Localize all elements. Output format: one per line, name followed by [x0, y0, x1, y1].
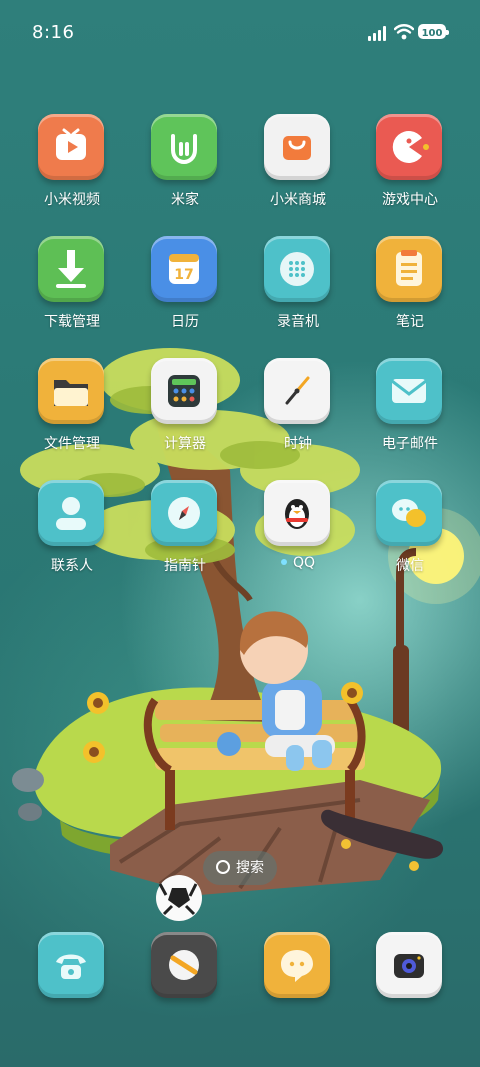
dock-camera[interactable] [360, 932, 460, 1002]
app-wechat[interactable]: 微信 [360, 480, 460, 590]
status-time: 8:16 [32, 22, 75, 43]
game-pacman-icon [376, 114, 442, 180]
app-label: 小米视频 [44, 192, 100, 208]
wechat-bubble-icon [376, 480, 442, 546]
app-label: QQ [248, 555, 348, 571]
app-label: 时钟 [284, 436, 312, 452]
wifi-icon [394, 24, 414, 40]
app-label-text: QQ [292, 555, 316, 571]
app-game-center[interactable]: 游戏中心 [360, 114, 460, 224]
app-clock[interactable]: 时钟 [248, 358, 348, 468]
app-download-manager[interactable]: 下载管理 [22, 236, 122, 346]
tv-play-icon [38, 114, 104, 180]
notes-icon [376, 236, 442, 302]
app-label: 文件管理 [44, 436, 100, 452]
app-calendar[interactable]: 17 日历 [135, 236, 235, 346]
status-bar: 8:16 100 [0, 0, 480, 68]
mi-home-icon [151, 114, 217, 180]
settings-icon [151, 932, 217, 998]
search-icon [216, 860, 230, 874]
app-xiaomi-mall[interactable]: 小米商城 [248, 114, 348, 224]
app-mi-home[interactable]: 米家 [135, 114, 235, 224]
dock-messages[interactable] [248, 932, 348, 1002]
app-label: 笔记 [396, 314, 424, 330]
app-file-manager[interactable]: 文件管理 [22, 358, 122, 468]
app-label: 游戏中心 [382, 192, 438, 208]
app-xiaomi-video[interactable]: 小米视频 [22, 114, 122, 224]
app-label: 下载管理 [44, 314, 100, 330]
new-app-dot [280, 559, 287, 565]
calendar-day: 17 [174, 267, 193, 283]
folder-icon [38, 358, 104, 424]
calendar-icon: 17 [151, 236, 217, 302]
dock-settings[interactable] [135, 932, 235, 1002]
messages-icon [264, 932, 330, 998]
camera-icon [376, 932, 442, 998]
app-label: 小米商城 [270, 192, 326, 208]
app-label: 计算器 [164, 436, 206, 452]
app-label: 微信 [396, 558, 424, 574]
app-recorder[interactable]: 录音机 [248, 236, 348, 346]
signal-icon [368, 25, 390, 41]
qq-penguin-icon [264, 480, 330, 546]
app-label: 联系人 [51, 558, 93, 574]
shopping-bag-icon [264, 114, 330, 180]
app-label: 日历 [171, 314, 199, 330]
compass-icon [151, 480, 217, 546]
app-label: 电子邮件 [382, 436, 438, 452]
contact-person-icon [38, 480, 104, 546]
download-arrow-icon [38, 236, 104, 302]
app-calculator[interactable]: 计算器 [135, 358, 235, 468]
calculator-icon [151, 358, 217, 424]
microphone-grille-icon [264, 236, 330, 302]
app-label: 指南针 [164, 558, 206, 574]
app-label: 录音机 [277, 314, 319, 330]
app-contacts[interactable]: 联系人 [22, 480, 122, 590]
clock-icon [264, 358, 330, 424]
app-notes[interactable]: 笔记 [360, 236, 460, 346]
home-screen: 8:16 100 小米视频 米家 小米商城 游戏中心 下载管理 17 日历 录音… [0, 0, 480, 1067]
app-label: 米家 [171, 192, 199, 208]
phone-icon [38, 932, 104, 998]
battery-level: 100 [421, 28, 443, 39]
battery-icon: 100 [418, 24, 449, 39]
app-qq[interactable]: QQ [248, 480, 348, 590]
app-email[interactable]: 电子邮件 [360, 358, 460, 468]
search-button[interactable]: 搜索 [203, 851, 277, 885]
dock-phone[interactable] [22, 932, 122, 1002]
search-label: 搜索 [236, 860, 264, 876]
app-compass[interactable]: 指南针 [135, 480, 235, 590]
envelope-icon [376, 358, 442, 424]
